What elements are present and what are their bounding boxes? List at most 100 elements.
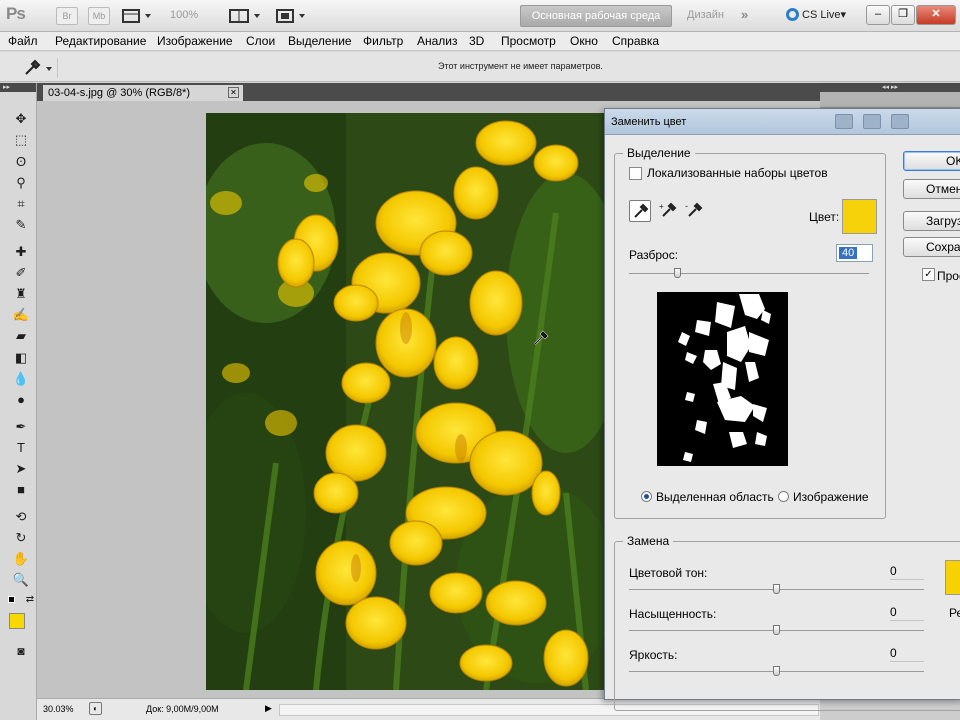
history-brush-tool-icon[interactable]: ✍ [11, 306, 31, 323]
fuzziness-input[interactable]: 40 [836, 244, 873, 262]
shape-tool-icon[interactable]: ■ [11, 481, 31, 498]
image-radio-label: Изображение [793, 490, 869, 504]
bridge-button[interactable]: Br [56, 7, 78, 25]
ok-button[interactable]: OK [903, 151, 960, 171]
menu-view[interactable]: Просмотр [501, 34, 556, 48]
eyedropper-tool-icon[interactable]: ✎ [11, 216, 31, 233]
cancel-button[interactable]: Отмена [903, 179, 960, 199]
menu-help[interactable]: Справка [612, 34, 659, 48]
titlebar-decoration-icon [863, 114, 881, 129]
menu-file[interactable]: Файл [8, 34, 38, 48]
load-button[interactable]: Загрузить... [903, 211, 960, 231]
dialog-title: Заменить цвет [611, 116, 687, 128]
application-bar: Ps Br Mb 100% Основная рабочая среда Диз… [0, 0, 960, 32]
eraser-tool-icon[interactable]: ▰ [11, 327, 31, 344]
eyedropper-icon [25, 59, 52, 75]
color-label: Цвет: [809, 210, 840, 224]
3d-orbit-tool-icon[interactable]: ↻ [11, 529, 31, 546]
selection-group: Выделение Локализованные наборы цветов +… [614, 146, 886, 519]
selected-color-swatch[interactable] [842, 199, 877, 234]
arrange-documents-icon[interactable] [229, 8, 261, 24]
zoom-level[interactable]: 100% [170, 9, 198, 21]
more-workspaces-icon[interactable]: » [741, 7, 748, 22]
status-doc-size: Док: 9,00M/9,00M [146, 704, 219, 714]
pen-tool-icon[interactable]: ✒ [11, 418, 31, 435]
saturation-slider-thumb[interactable] [773, 625, 780, 635]
menu-select[interactable]: Выделение [288, 34, 352, 48]
eyedropper-icon[interactable] [629, 200, 651, 222]
blur-tool-icon[interactable]: 💧 [11, 370, 31, 387]
document-tab-title: 03-04-s.jpg @ 30% (RGB/8*) [48, 87, 191, 99]
result-color-swatch[interactable] [945, 560, 960, 595]
panel-grip[interactable]: ▸▸ [0, 83, 36, 92]
restore-button[interactable]: ❐ [891, 5, 915, 25]
lasso-tool-icon[interactable]: ʘ [11, 153, 31, 170]
photoshop-logo: Ps [6, 4, 26, 23]
image-radio[interactable] [778, 491, 789, 502]
brush-tool-icon[interactable]: ✐ [11, 264, 31, 281]
saturation-label: Насыщенность: [629, 607, 717, 621]
marquee-tool-icon[interactable]: ⬚ [11, 131, 31, 148]
cs-live-button[interactable]: CS Live▾ [786, 8, 846, 21]
close-tab-icon[interactable]: ✕ [228, 87, 239, 98]
tool-preset-picker[interactable] [18, 58, 58, 78]
healing-brush-tool-icon[interactable]: ✚ [11, 243, 31, 260]
clone-stamp-tool-icon[interactable]: ♜ [11, 285, 31, 302]
selection-radio[interactable] [641, 491, 652, 502]
minimize-button[interactable]: – [866, 5, 890, 25]
menu-image[interactable]: Изображение [157, 34, 233, 48]
move-tool-icon[interactable]: ✥ [11, 110, 31, 127]
document-tab[interactable]: 03-04-s.jpg @ 30% (RGB/8*) ✕ [43, 85, 243, 101]
crop-tool-icon[interactable]: ⌗ [11, 195, 31, 212]
close-button[interactable]: ✕ [916, 5, 956, 25]
screen-mode-icon[interactable] [275, 8, 307, 24]
dialog-titlebar[interactable]: Заменить цвет [605, 109, 960, 135]
hand-tool-icon[interactable]: ✋ [11, 550, 31, 567]
menu-edit[interactable]: Редактирование [55, 34, 146, 48]
menu-analysis[interactable]: Анализ [417, 34, 458, 48]
titlebar-decoration-icon [835, 114, 853, 129]
hue-slider-thumb[interactable] [773, 584, 780, 594]
menu-3d[interactable]: 3D [469, 34, 484, 48]
dodge-tool-icon[interactable]: ● [11, 391, 31, 408]
3d-rotate-tool-icon[interactable]: ⟲ [11, 508, 31, 525]
save-button[interactable]: Сохранить... [903, 237, 960, 257]
foreground-color-swatch[interactable] [9, 613, 25, 629]
options-bar: Этот инструмент не имеет параметров. [0, 52, 960, 82]
replacement-group-label: Замена [623, 534, 674, 548]
panel-tabs[interactable] [820, 92, 960, 108]
quick-selection-tool-icon[interactable]: ⚲ [11, 174, 31, 191]
status-zoom[interactable]: 30.03% [43, 704, 74, 714]
selection-preview[interactable] [657, 292, 788, 466]
workspace-essentials-button[interactable]: Основная рабочая среда [520, 5, 672, 27]
gradient-tool-icon[interactable]: ◧ [11, 349, 31, 366]
eyedropper-plus-icon[interactable]: + [657, 200, 679, 222]
eyedropper-minus-icon[interactable]: - [683, 200, 705, 222]
view-extras-icon[interactable] [122, 8, 152, 24]
lightness-input[interactable]: 0 [890, 644, 924, 662]
workspace-design-button[interactable]: Дизайн [687, 9, 724, 21]
zoom-tool-icon[interactable]: 🔍 [11, 571, 31, 588]
type-tool-icon[interactable]: T [11, 439, 31, 456]
menu-layer[interactable]: Слои [246, 34, 275, 48]
status-zoom-icon[interactable]: ◐ [89, 702, 102, 715]
fuzziness-slider-thumb[interactable] [674, 268, 681, 278]
preview-checkbox[interactable]: ✓ [922, 268, 935, 281]
lightness-slider-thumb[interactable] [773, 666, 780, 676]
menu-filter[interactable]: Фильтр [363, 34, 403, 48]
right-panel-grip[interactable]: ◂◂ ▸▸ [820, 83, 960, 92]
document-image[interactable] [206, 113, 616, 690]
mini-bridge-button[interactable]: Mb [88, 7, 110, 25]
menu-window[interactable]: Окно [570, 34, 598, 48]
hue-input[interactable]: 0 [890, 562, 924, 580]
localized-clusters-checkbox[interactable] [629, 167, 642, 180]
default-colors-icon[interactable] [8, 596, 15, 603]
preview-label: Просмотр [937, 269, 960, 283]
fuzziness-slider-track[interactable] [629, 273, 869, 274]
quick-mask-icon[interactable]: ◙ [11, 643, 31, 660]
saturation-input[interactable]: 0 [890, 603, 924, 621]
titlebar-decoration-icon [891, 114, 909, 129]
path-selection-tool-icon[interactable]: ➤ [11, 460, 31, 477]
lightness-label: Яркость: [629, 648, 678, 662]
status-menu-arrow-icon[interactable]: ▶ [265, 703, 272, 714]
